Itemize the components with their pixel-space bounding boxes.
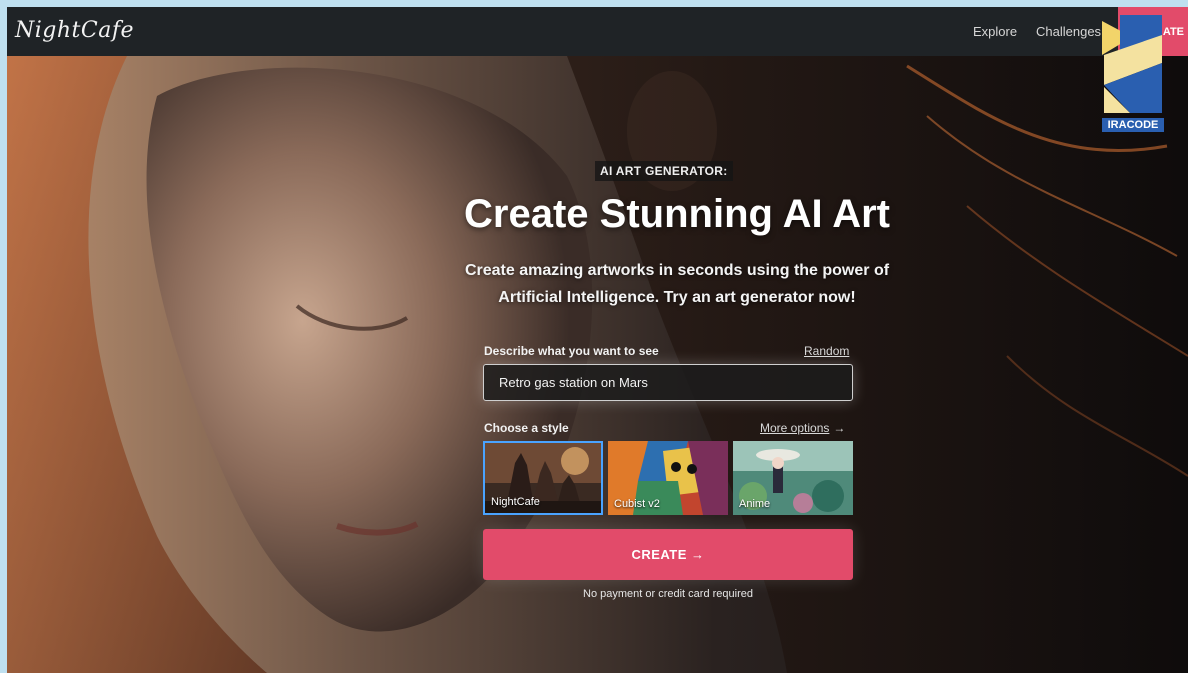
style-card-label: Anime	[739, 498, 771, 510]
more-options-link[interactable]: More options →	[760, 421, 845, 435]
hero-eyebrow: AI ART GENERATOR:	[595, 161, 733, 181]
hero-content: AI ART GENERATOR: Create Stunning AI Art…	[7, 7, 1188, 673]
page-title: Create Stunning AI Art	[464, 192, 890, 236]
nav-link-explore[interactable]: Explore	[973, 24, 1017, 39]
hero-subtitle-line-1: Create amazing artworks in seconds using…	[464, 262, 890, 279]
random-prompt-link[interactable]: Random	[804, 344, 849, 358]
style-picker: NightCafe Cubist v2 Anime	[483, 441, 853, 515]
more-options-label: More options	[760, 421, 830, 435]
hero-subtitle-line-2: Artificial Intelligence. Try an art gene…	[498, 289, 856, 306]
style-card-label: NightCafe	[491, 496, 540, 508]
no-payment-note: No payment or credit card required	[583, 588, 753, 600]
style-card-cubist-v2[interactable]: Cubist v2	[608, 441, 728, 515]
app-frame: NightCafe Explore Challenges ATE IRACODE…	[7, 7, 1188, 673]
nightcafe-logo[interactable]: NightCafe	[15, 18, 134, 43]
iracode-watermark-text: IRACODE	[1102, 118, 1164, 132]
create-button[interactable]: CREATE →	[483, 529, 853, 580]
prompt-input[interactable]	[483, 364, 853, 401]
style-card-nightcafe[interactable]: NightCafe	[483, 441, 603, 515]
hero-subtitle: Create amazing artworks in seconds using…	[387, 257, 967, 311]
arrow-right-icon: →	[833, 421, 846, 435]
style-card-anime[interactable]: Anime	[733, 441, 853, 515]
prompt-label: Describe what you want to see	[484, 344, 659, 358]
style-label: Choose a style	[484, 421, 569, 435]
style-card-label: Cubist v2	[614, 498, 660, 510]
top-navbar: NightCafe Explore Challenges ATE	[7, 7, 1188, 56]
nav-link-challenges[interactable]: Challenges	[1036, 24, 1101, 39]
